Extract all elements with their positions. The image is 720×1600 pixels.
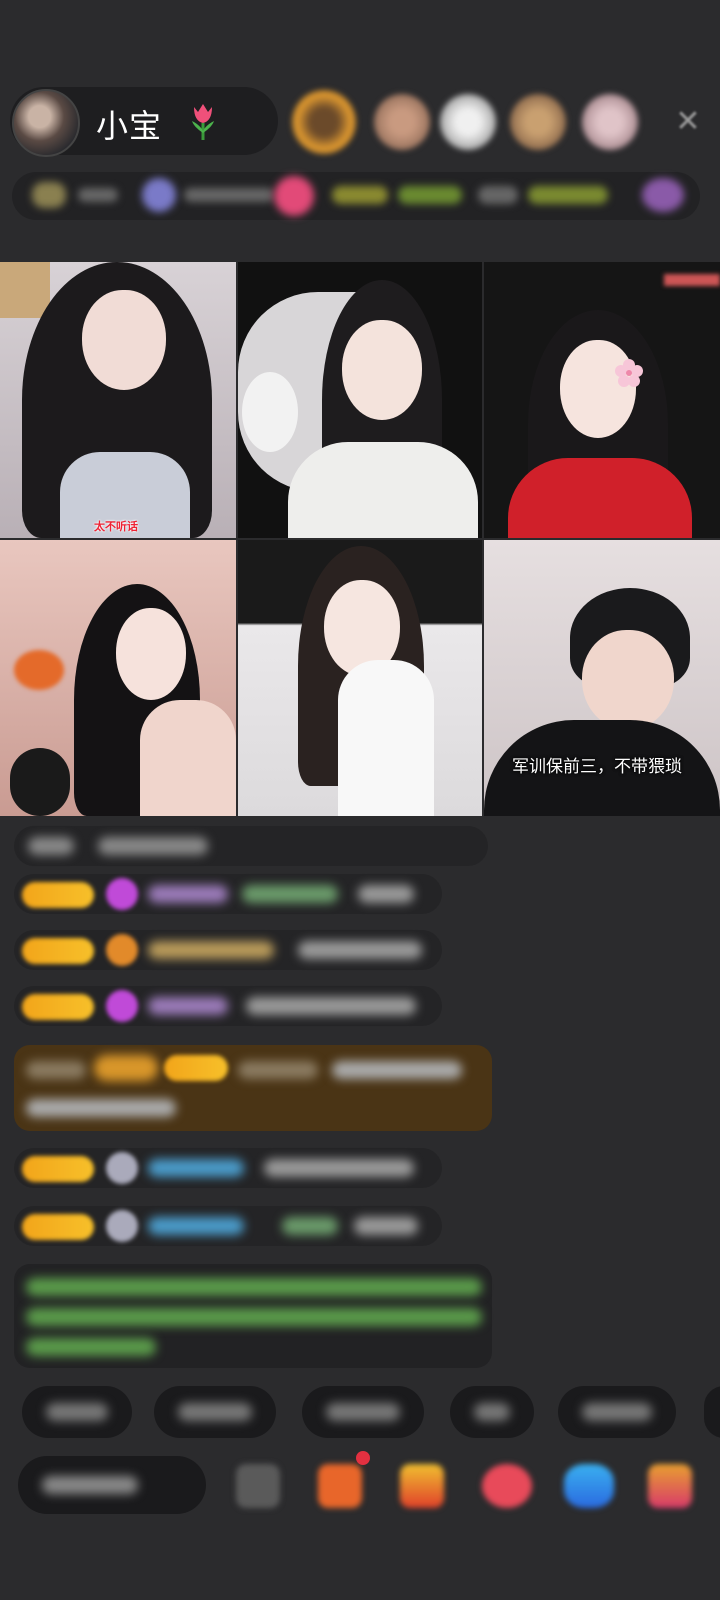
chat-message[interactable]: [14, 826, 488, 866]
user-level-badge: [22, 938, 94, 964]
info-text: [332, 186, 388, 204]
user-level-badge: [22, 1156, 94, 1182]
notification-dot: [356, 1451, 370, 1465]
host-info-pill[interactable]: 小宝: [10, 87, 278, 157]
info-badge: [32, 182, 66, 208]
info-icon: [142, 178, 176, 212]
close-icon[interactable]: ✕: [670, 104, 706, 140]
viewer-avatar-5[interactable]: [582, 94, 638, 150]
fan-badge-icon: [106, 934, 138, 966]
gem-icon: [106, 878, 138, 910]
video-tile-6[interactable]: 军训保前三，不带猥琐: [484, 540, 720, 816]
user-level-badge: [22, 882, 94, 908]
flower-icon: [614, 358, 644, 388]
quick-reply-chip-2[interactable]: [154, 1386, 276, 1438]
video-subtitle: 军训保前三，不带猥琐: [512, 757, 682, 777]
tulip-icon: [192, 104, 214, 140]
info-text: [78, 188, 118, 202]
viewer-avatar-3[interactable]: [440, 94, 496, 150]
gem-icon: [106, 990, 138, 1022]
info-text: [398, 186, 462, 204]
video-tile-5[interactable]: [238, 540, 482, 816]
info-text: [184, 188, 274, 202]
sticker-icon: [0, 262, 50, 318]
multi-guest-video-grid: 太不听话 军训保前三，不带猥琐: [0, 262, 720, 816]
user-avatar-small: [106, 1152, 138, 1184]
host-avatar[interactable]: [12, 89, 80, 157]
microphone: [10, 748, 70, 816]
info-icon: [642, 178, 684, 212]
user-level-badge: [22, 1214, 94, 1240]
chat-message[interactable]: [14, 1206, 442, 1246]
quick-reply-chip-4[interactable]: [450, 1386, 534, 1438]
more-icon[interactable]: [648, 1464, 692, 1508]
chat-message[interactable]: [14, 986, 442, 1026]
emoji-icon[interactable]: [236, 1464, 280, 1508]
viewer-avatar-1[interactable]: [292, 90, 356, 154]
info-icon: [274, 176, 314, 216]
viewer-avatar-4[interactable]: [510, 94, 566, 150]
video-tile-1[interactable]: 太不听话: [0, 262, 236, 538]
host-name: 小宝: [96, 107, 163, 145]
comment-input[interactable]: [18, 1456, 206, 1514]
live-info-row[interactable]: [12, 172, 700, 220]
info-text: [478, 186, 518, 204]
chat-message[interactable]: [14, 930, 442, 970]
plush-toy: [242, 372, 298, 452]
room-notice: [14, 1264, 492, 1368]
tile-caption: 太不听话: [94, 520, 138, 533]
video-tile-2[interactable]: [238, 262, 482, 538]
video-tile-3[interactable]: [484, 262, 720, 538]
quick-reply-chip-5[interactable]: [558, 1386, 676, 1438]
shop-icon[interactable]: [318, 1464, 362, 1508]
gift-box-icon[interactable]: [400, 1464, 444, 1508]
user-avatar-small: [106, 1210, 138, 1242]
gift-icon[interactable]: [482, 1464, 532, 1508]
video-tile-4[interactable]: [0, 540, 236, 816]
quick-reply-chip-6[interactable]: [704, 1386, 720, 1438]
quick-reply-chip-1[interactable]: [22, 1386, 132, 1438]
user-level-badge: [22, 994, 94, 1020]
chat-message[interactable]: [14, 1148, 442, 1188]
share-icon[interactable]: [564, 1464, 614, 1508]
viewer-avatar-2[interactable]: [374, 94, 430, 150]
gift-message-banner[interactable]: [14, 1045, 492, 1131]
chat-message[interactable]: [14, 874, 442, 914]
info-text: [528, 186, 608, 204]
quick-reply-chip-3[interactable]: [302, 1386, 424, 1438]
